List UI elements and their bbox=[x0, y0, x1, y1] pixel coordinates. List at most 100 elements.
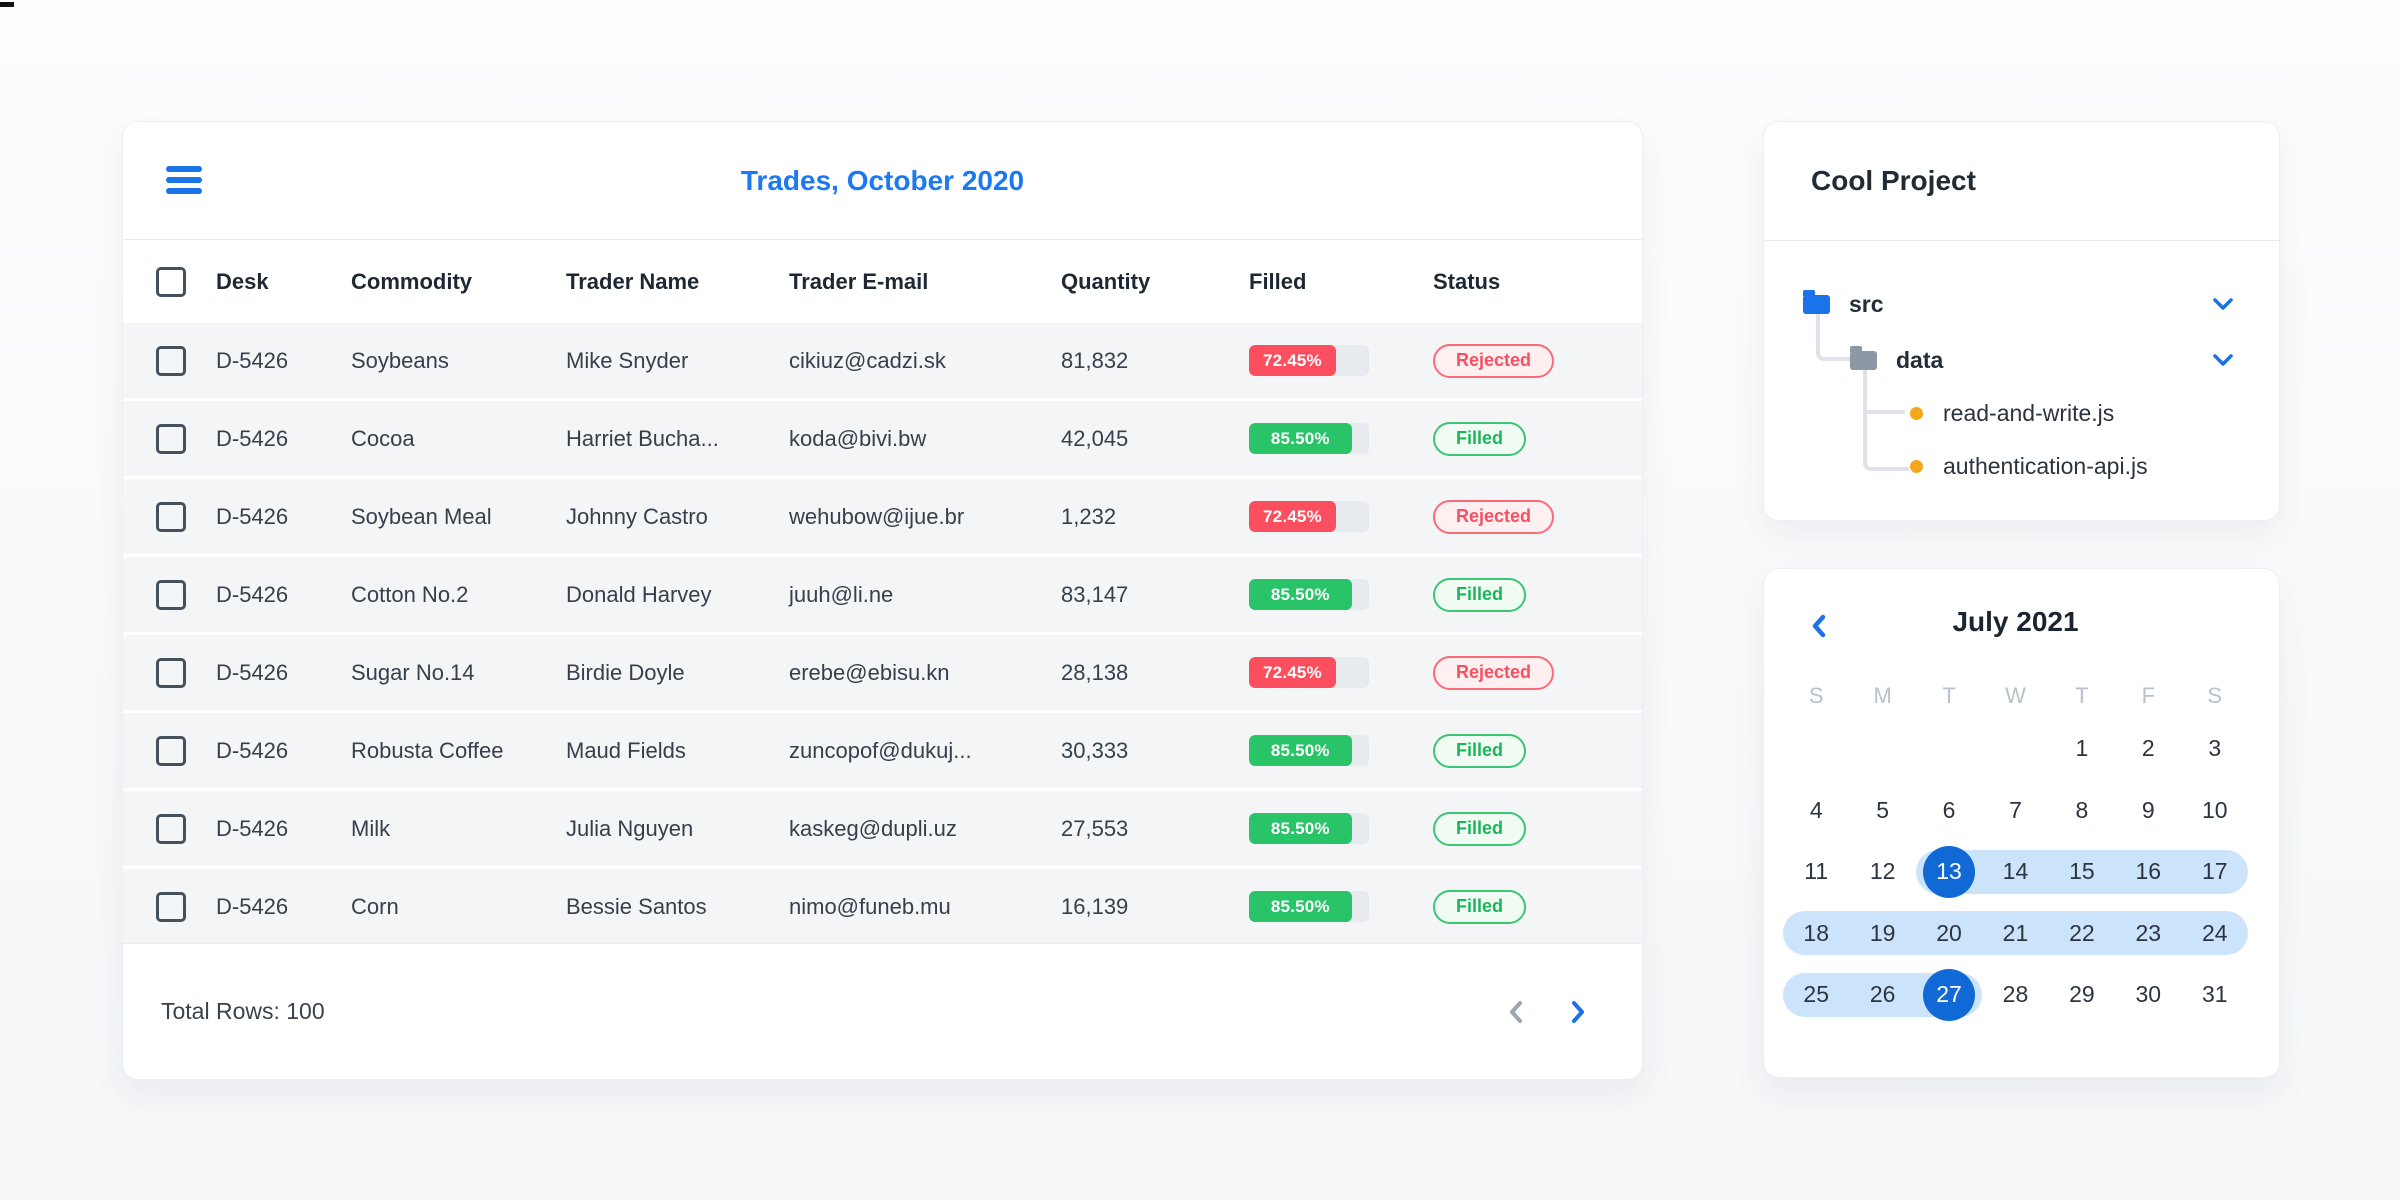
cell-commodity: Robusta Coffee bbox=[351, 737, 504, 763]
filled-progress-value: 72.45% bbox=[1249, 657, 1336, 688]
chevron-down-icon bbox=[2213, 298, 2233, 310]
calendar-day[interactable]: 19 bbox=[1849, 903, 1915, 965]
cell-trader-name: Maud Fields bbox=[566, 737, 686, 763]
cell-trader-email: juuh@li.ne bbox=[789, 581, 894, 607]
cell-commodity: Corn bbox=[351, 893, 399, 919]
status-badge: Filled bbox=[1433, 733, 1527, 768]
tree-item-src[interactable]: src bbox=[1803, 287, 1884, 321]
calendar-day[interactable]: 20 bbox=[1916, 903, 1982, 965]
collapse-src-button[interactable] bbox=[2211, 297, 2235, 311]
calendar-day[interactable]: 13 bbox=[1916, 841, 1982, 903]
column-header-commodity: Commodity bbox=[351, 268, 472, 294]
cell-trader-name: Johnny Castro bbox=[566, 503, 708, 529]
filled-progress-value: 72.45% bbox=[1249, 501, 1336, 532]
cell-trader-name: Donald Harvey bbox=[566, 581, 712, 607]
filled-progress-bar: 72.45% bbox=[1249, 657, 1369, 688]
tree-item-read-and-write[interactable]: read-and-write.js bbox=[1910, 399, 2114, 427]
calendar-week-row: 11 12 13 14 15 16 17 bbox=[1783, 841, 2248, 903]
weekday-label: T bbox=[2075, 683, 2089, 708]
row-checkbox[interactable] bbox=[156, 423, 186, 454]
row-checkbox[interactable] bbox=[156, 735, 186, 766]
table-row: D-5426 Sugar No.14 Birdie Doyle erebe@ebisu… bbox=[123, 635, 1642, 710]
row-checkbox[interactable] bbox=[156, 813, 186, 844]
calendar-grid: SMTWTFS 1 2 3 4 5 6 7 8 9 10 11 12 13 14 15 16 17 18 19 20 2… bbox=[1783, 674, 2248, 1026]
calendar-day[interactable]: 7 bbox=[1982, 780, 2048, 842]
select-all-checkbox[interactable] bbox=[156, 266, 186, 297]
table-row: D-5426 Robusta Coffee Maud Fields zuncopof@… bbox=[123, 713, 1642, 788]
filled-progress-bar: 72.45% bbox=[1249, 345, 1369, 376]
table-row: D-5426 Soybean Meal Johnny Castro wehubow@i… bbox=[123, 479, 1642, 554]
weekday-label: S bbox=[2207, 683, 2223, 708]
calendar-day[interactable]: 25 bbox=[1783, 964, 1849, 1026]
calendar-day[interactable]: 11 bbox=[1783, 841, 1849, 903]
calendar-week-row: 123 bbox=[1783, 718, 2248, 780]
calendar-day[interactable]: 6 bbox=[1916, 780, 1982, 842]
next-page-button[interactable] bbox=[1560, 994, 1596, 1030]
row-checkbox[interactable] bbox=[156, 501, 186, 532]
calendar-day[interactable]: 23 bbox=[2115, 903, 2181, 965]
calendar-day[interactable]: 8 bbox=[2049, 780, 2115, 842]
weekday-label: W bbox=[2005, 683, 2026, 708]
calendar-day[interactable]: 12 bbox=[1849, 841, 1915, 903]
file-dot-icon bbox=[1910, 459, 1923, 473]
row-checkbox[interactable] bbox=[156, 891, 186, 922]
cell-trader-name: Mike Snyder bbox=[566, 347, 689, 373]
filled-progress-bar: 85.50% bbox=[1249, 423, 1369, 454]
filled-progress-bar: 72.45% bbox=[1249, 501, 1369, 532]
calendar-day[interactable]: 2 bbox=[2115, 718, 2181, 780]
cell-desk: D-5426 bbox=[216, 737, 289, 763]
calendar-day[interactable]: 30 bbox=[2115, 964, 2181, 1026]
calendar-day[interactable]: 26 bbox=[1849, 964, 1915, 1026]
collapse-data-button[interactable] bbox=[2211, 353, 2235, 367]
cell-commodity: Cotton No.2 bbox=[351, 581, 469, 607]
calendar-day[interactable]: 1 bbox=[2049, 718, 2115, 780]
calendar-day[interactable]: 31 bbox=[2182, 964, 2248, 1026]
table-row: D-5426 Milk Julia Nguyen kaskeg@dupli.uz 27,… bbox=[123, 791, 1642, 866]
cell-commodity: Milk bbox=[351, 815, 391, 841]
cell-trader-email: zuncopof@dukuj... bbox=[789, 737, 972, 763]
calendar-day[interactable]: 22 bbox=[2049, 903, 2115, 965]
calendar-day[interactable]: 24 bbox=[2182, 903, 2248, 965]
status-badge: Filled bbox=[1433, 577, 1527, 612]
cell-desk: D-5426 bbox=[216, 425, 289, 451]
folder-icon bbox=[1850, 345, 1877, 370]
selected-day-circle: 27 bbox=[1923, 968, 1976, 1021]
tree-item-authentication-api[interactable]: authentication-api.js bbox=[1910, 452, 2148, 480]
table-row: D-5426 Soybeans Mike Snyder cikiuz@cadzi.sk… bbox=[123, 323, 1642, 398]
tree-item-data[interactable]: data bbox=[1850, 343, 1943, 377]
row-checkbox[interactable] bbox=[156, 345, 186, 376]
calendar-day bbox=[1982, 718, 2048, 780]
calendar-day[interactable]: 29 bbox=[2049, 964, 2115, 1026]
calendar-day[interactable]: 17 bbox=[2182, 841, 2248, 903]
calendar-day[interactable]: 9 bbox=[2115, 780, 2181, 842]
cell-trader-email: kaskeg@dupli.uz bbox=[789, 815, 957, 841]
status-badge: Filled bbox=[1433, 421, 1527, 456]
filled-progress-value: 85.50% bbox=[1249, 579, 1352, 610]
total-rows-label: Total Rows: 100 bbox=[161, 998, 325, 1024]
file-dot-icon bbox=[1910, 406, 1923, 420]
calendar-card: July 2021 SMTWTFS 1 2 3 4 5 6 7 8 9 10 11 12 13 14 15 1… bbox=[1763, 568, 2280, 1078]
calendar-day[interactable]: 21 bbox=[1982, 903, 2048, 965]
tree-item-label: data bbox=[1896, 346, 1944, 373]
calendar-day[interactable]: 27 bbox=[1916, 964, 1982, 1026]
column-header-email: Trader E-mail bbox=[789, 268, 929, 294]
row-checkbox[interactable] bbox=[156, 579, 186, 610]
calendar-day[interactable]: 4 bbox=[1783, 780, 1849, 842]
calendar-day[interactable]: 16 bbox=[2115, 841, 2181, 903]
calendar-day[interactable]: 28 bbox=[1982, 964, 2048, 1026]
calendar-day[interactable]: 3 bbox=[2182, 718, 2248, 780]
column-header-filled: Filled bbox=[1249, 268, 1307, 294]
calendar-day[interactable]: 5 bbox=[1849, 780, 1915, 842]
cell-desk: D-5426 bbox=[216, 581, 289, 607]
calendar-day[interactable]: 15 bbox=[2049, 841, 2115, 903]
file-tree: src data read-and-write.js authenticatio… bbox=[1764, 241, 2279, 521]
row-checkbox[interactable] bbox=[156, 657, 186, 688]
calendar-day[interactable]: 18 bbox=[1783, 903, 1849, 965]
prev-page-button[interactable] bbox=[1498, 994, 1534, 1030]
calendar-day[interactable]: 10 bbox=[2182, 780, 2248, 842]
calendar-day[interactable]: 14 bbox=[1982, 841, 2048, 903]
chevron-right-icon bbox=[1572, 1000, 1584, 1023]
cell-trader-email: erebe@ebisu.kn bbox=[789, 659, 950, 685]
cell-desk: D-5426 bbox=[216, 893, 289, 919]
column-header-desk: Desk bbox=[216, 268, 269, 294]
